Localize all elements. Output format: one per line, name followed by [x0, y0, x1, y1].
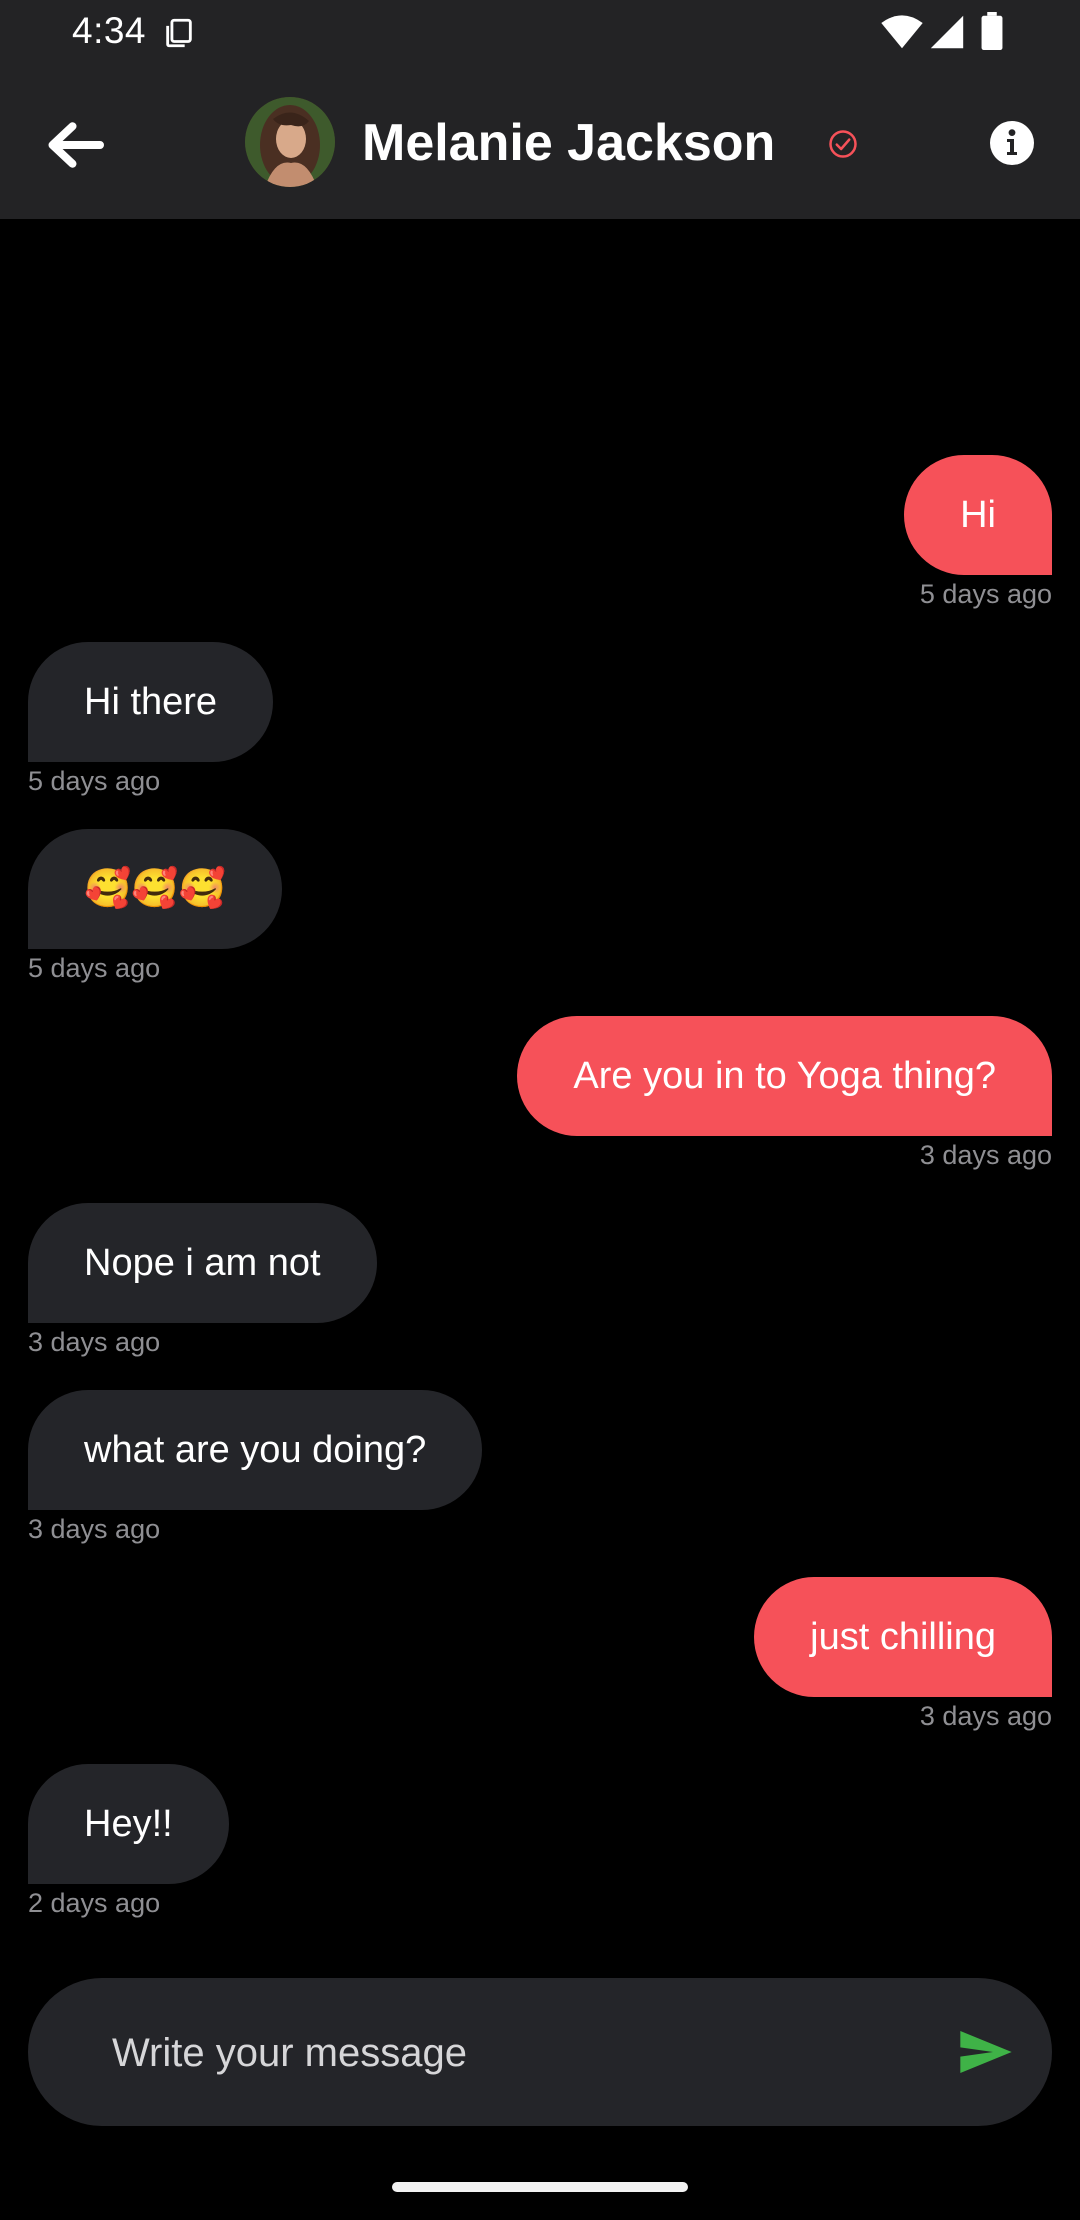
- status-bar: 4:34: [0, 0, 1080, 63]
- message-incoming[interactable]: 🥰🥰🥰 5 days ago: [28, 829, 282, 983]
- contact-avatar[interactable]: [245, 97, 335, 187]
- message-bubble[interactable]: Hi there: [28, 642, 274, 762]
- message-list[interactable]: Hi 5 days ago Hi there 5 days ago 🥰🥰🥰 5 …: [0, 219, 1080, 1959]
- screenshot-icon: [166, 18, 192, 48]
- message-timestamp: 5 days ago: [919, 579, 1052, 609]
- message-outgoing[interactable]: Are you in to Yoga thing? 3 days ago: [517, 1016, 1052, 1170]
- message-timestamp: 3 days ago: [919, 1140, 1052, 1170]
- message-bubble[interactable]: Are you in to Yoga thing?: [517, 1016, 1052, 1136]
- message-timestamp: 3 days ago: [919, 1701, 1052, 1731]
- contact-name[interactable]: Melanie Jackson: [362, 111, 775, 175]
- message-bubble[interactable]: Nope i am not: [28, 1203, 377, 1323]
- message-bubble[interactable]: Hey!!: [28, 1764, 229, 1884]
- message-input[interactable]: [110, 1978, 934, 2128]
- message-bubble[interactable]: what are you doing?: [28, 1390, 483, 1510]
- avatar-photo: [245, 97, 335, 187]
- message-composer: [28, 1978, 1052, 2128]
- message-incoming[interactable]: Nope i am not 3 days ago: [28, 1203, 377, 1357]
- home-indicator[interactable]: [392, 2182, 688, 2192]
- check-circle-icon: [829, 130, 857, 158]
- message-timestamp: 3 days ago: [28, 1327, 161, 1357]
- send-icon: [960, 2031, 1012, 2073]
- chat-screen: 4:34 Melanie Jackson Hi 5 days ago Hi th…: [0, 0, 1080, 2220]
- info-button[interactable]: [988, 119, 1036, 167]
- back-button[interactable]: [40, 115, 110, 175]
- info-icon: [990, 121, 1034, 165]
- message-incoming[interactable]: Hi there 5 days ago: [28, 642, 274, 796]
- message-bubble[interactable]: just chilling: [754, 1577, 1052, 1697]
- message-timestamp: 2 days ago: [28, 1888, 161, 1918]
- message-bubble[interactable]: 🥰🥰🥰: [28, 829, 282, 949]
- message-timestamp: 5 days ago: [28, 953, 161, 983]
- message-outgoing[interactable]: Hi 5 days ago: [904, 455, 1052, 609]
- message-timestamp: 5 days ago: [28, 766, 161, 796]
- message-outgoing[interactable]: just chilling 3 days ago: [754, 1577, 1052, 1731]
- message-bubble[interactable]: Hi: [904, 455, 1052, 575]
- signal-icon: [930, 15, 964, 49]
- send-button[interactable]: [958, 2028, 1014, 2076]
- status-time: 4:34: [72, 10, 147, 51]
- app-bar: Melanie Jackson: [0, 63, 1080, 219]
- message-timestamp: 3 days ago: [28, 1514, 161, 1544]
- message-incoming[interactable]: Hey!! 2 days ago: [28, 1764, 229, 1918]
- wifi-icon: [881, 15, 923, 49]
- battery-icon: [981, 12, 1003, 50]
- arrow-left-icon: [48, 122, 104, 168]
- message-incoming[interactable]: what are you doing? 3 days ago: [28, 1390, 483, 1544]
